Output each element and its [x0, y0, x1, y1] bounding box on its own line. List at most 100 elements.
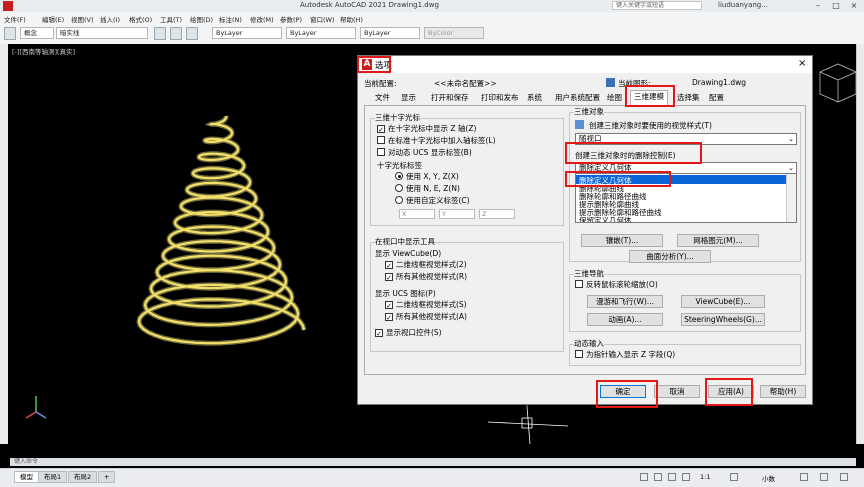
highlight-deletion-option	[565, 171, 671, 187]
minimize-icon[interactable]: –	[810, 0, 826, 12]
user-name[interactable]: liuduanyang...	[718, 1, 768, 9]
axis-labels-checkbox[interactable]: 在标准十字光标中加入轴标签(L)	[377, 136, 496, 146]
current-profile-label: 当前配置:	[364, 79, 397, 88]
viewport-controls-checkbox[interactable]: ✓ 显示视口控件(S)	[375, 328, 442, 338]
linetype-combo[interactable]: 暗实线	[56, 27, 148, 39]
checkbox-label: 对动态 UCS 显示标签(B)	[388, 148, 472, 157]
ucs-2d-checkbox[interactable]: ✓ 二维线框视觉样式(S)	[385, 300, 467, 310]
tab-layout2[interactable]: 布局2	[68, 471, 98, 483]
lineweight-layer-combo[interactable]: ByLayer	[360, 27, 420, 39]
visual-style-combo[interactable]: 概念	[20, 27, 54, 39]
viewport-controls-label[interactable]: [-][西南等轴测][真实]	[12, 46, 75, 56]
checkbox-label: 在十字光标中显示 Z 轴(Z)	[388, 124, 477, 133]
menu-params[interactable]: 参数(P)	[280, 14, 302, 24]
layer-previous-icon[interactable]	[170, 27, 182, 40]
tab-drafting[interactable]: 绘图	[604, 92, 625, 104]
tab-model[interactable]: 模型	[14, 471, 39, 483]
ortho-icon[interactable]	[668, 473, 676, 481]
viewport-tools-title: 在视口中显示工具	[375, 236, 435, 247]
autocad-logo-icon[interactable]	[3, 1, 13, 11]
mesh-primitives-button[interactable]: 网格图元(M)...	[677, 234, 759, 247]
customize-icon[interactable]	[840, 473, 848, 481]
use-xyz-radio[interactable]: 使用 X, Y, Z(X)	[395, 172, 459, 182]
viewcube-other-checkbox[interactable]: ✓ 所有其他视觉样式(R)	[385, 272, 467, 282]
grid-icon[interactable]	[640, 473, 648, 481]
polar-icon[interactable]	[682, 473, 690, 481]
menu-edit[interactable]: 编辑(E)	[42, 14, 64, 24]
surface-analysis-button[interactable]: 曲面分析(Y)...	[629, 250, 711, 263]
search-input[interactable]: 键入关键字或短语	[612, 1, 702, 10]
menu-window[interactable]: 窗口(W)	[310, 14, 335, 24]
menu-modify[interactable]: 修改(M)	[250, 14, 274, 24]
menu-view[interactable]: 视图(V)	[71, 14, 94, 24]
menu-help[interactable]: 帮助(H)	[340, 14, 363, 24]
isolate-icon[interactable]	[800, 473, 808, 481]
plotstyle-combo[interactable]: ByColor	[424, 27, 484, 39]
menu-tools[interactable]: 工具(T)	[160, 14, 182, 24]
maximize-icon[interactable]: □	[828, 0, 844, 12]
chevron-down-icon: ⌄	[788, 135, 794, 143]
close-icon[interactable]: ×	[798, 58, 806, 69]
tab-files[interactable]: 文件	[372, 92, 393, 104]
checkbox-label: 二维线框视觉样式(2)	[396, 260, 467, 269]
menu-dimension[interactable]: 标注(N)	[219, 14, 242, 24]
viewcube-settings-button[interactable]: ViewCube(E)...	[681, 295, 765, 308]
use-custom-radio[interactable]: 使用自定义标签(C)	[395, 196, 470, 206]
menu-file[interactable]: 文件(F)	[4, 14, 26, 24]
tab-open-save[interactable]: 打开和保存	[428, 92, 472, 104]
tab-add-layout[interactable]: +	[98, 471, 116, 483]
layer-state-icon[interactable]	[186, 27, 198, 40]
radio-selected-icon	[395, 172, 403, 180]
viewcube-2d-checkbox[interactable]: ✓ 二维线框视觉样式(2)	[385, 260, 467, 270]
walk-fly-button[interactable]: 漫游和飞行(W)...	[587, 295, 663, 308]
layer-icon[interactable]	[4, 27, 16, 40]
menu-insert[interactable]: 插入(I)	[100, 14, 120, 24]
reverse-wheel-checkbox[interactable]: 反转鼠标滚轮缩放(O)	[575, 280, 658, 290]
linetype-layer-combo[interactable]: ByLayer	[286, 27, 356, 39]
color-layer-combo[interactable]: ByLayer	[212, 27, 282, 39]
checkbox-box	[377, 136, 385, 144]
highlight-title	[357, 56, 391, 73]
viewcube-icon	[819, 63, 856, 103]
use-nez-radio[interactable]: 使用 N, E, Z(N)	[395, 184, 460, 194]
current-drawing-value: Drawing1.dwg	[692, 78, 746, 87]
checkbox-box	[575, 350, 583, 358]
tab-system[interactable]: 系统	[524, 92, 545, 104]
ucs-other-checkbox[interactable]: ✓ 所有其他视觉样式(A)	[385, 312, 467, 322]
tessellation-button[interactable]: 镶嵌(T)...	[581, 234, 663, 247]
dynamic-ucs-labels-checkbox[interactable]: 对动态 UCS 显示标签(B)	[377, 148, 472, 158]
tab-profiles[interactable]: 配置	[706, 92, 727, 104]
tab-layout1[interactable]: 布局1	[38, 471, 68, 483]
show-z-axis-checkbox[interactable]: ✓ 在十字光标中显示 Z 轴(Z)	[377, 124, 476, 134]
fullscreen-icon[interactable]	[820, 473, 828, 481]
right-modify-toolbar[interactable]	[856, 44, 864, 444]
list-item[interactable]: 保留定义几何体	[579, 215, 632, 222]
checkbox-label: 二维线框视觉样式(S)	[396, 300, 467, 309]
animation-button[interactable]: 动画(A)...	[587, 313, 663, 326]
match-layer-icon[interactable]	[154, 27, 166, 40]
z-field-checkbox[interactable]: 为指针输入显示 Z 字段(Q)	[575, 350, 675, 360]
tab-selection[interactable]: 选择集	[674, 92, 703, 104]
snap-icon[interactable]	[654, 473, 662, 481]
tab-user-prefs[interactable]: 用户系统配置	[552, 92, 603, 104]
menu-format[interactable]: 格式(O)	[129, 14, 152, 24]
highlight-deletion-label	[565, 142, 702, 164]
tab-plot-publish[interactable]: 打印和发布	[478, 92, 522, 104]
units-label[interactable]: 小数	[762, 473, 775, 483]
steeringwheels-button[interactable]: SteeringWheels(G)...	[681, 313, 765, 326]
close-window-icon[interactable]: ×	[846, 0, 862, 12]
annotation-scale[interactable]: 1:1	[700, 473, 710, 481]
command-line[interactable]: 键入命令	[10, 458, 856, 466]
spring-helix[interactable]	[137, 115, 306, 345]
workspace-icon[interactable]	[730, 473, 738, 481]
cancel-button[interactable]: 取消	[654, 385, 700, 398]
check-icon: ✓	[375, 329, 383, 338]
custom-x-input[interactable]: X	[399, 209, 435, 219]
help-button[interactable]: 帮助(H)	[760, 385, 806, 398]
dialog-title-bar: A 选项 ×	[358, 56, 812, 73]
custom-z-input[interactable]: Z	[479, 209, 515, 219]
menu-draw[interactable]: 绘图(D)	[190, 14, 213, 24]
list-scrollbar[interactable]	[786, 174, 796, 222]
custom-y-input[interactable]: Y	[439, 209, 475, 219]
tab-display[interactable]: 显示	[398, 92, 419, 104]
